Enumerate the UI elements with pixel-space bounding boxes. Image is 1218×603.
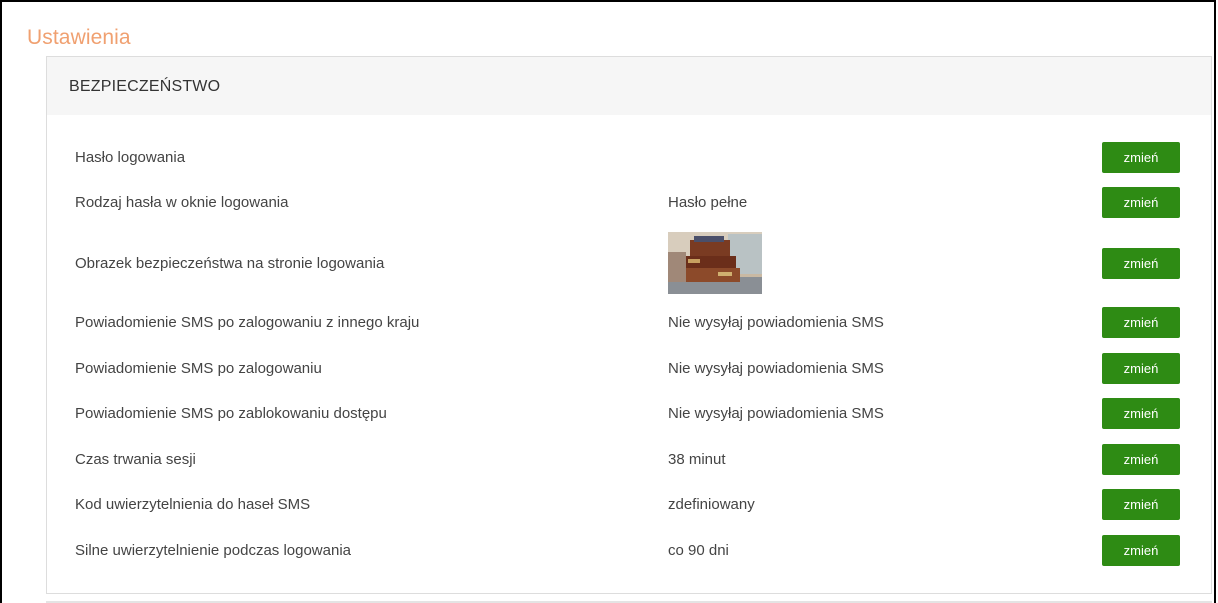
setting-row-security-image: Obrazek bezpieczeństwa na stronie logowa… — [47, 232, 1211, 294]
change-button[interactable]: zmień — [1102, 307, 1180, 338]
panel-heading: BEZPIECZEŃSTWO — [47, 57, 1211, 115]
page-title: Ustawienia — [27, 26, 131, 49]
setting-label: Powiadomienie SMS po zalogowaniu — [75, 360, 322, 377]
setting-label: Powiadomienie SMS po zablokowaniu dostęp… — [75, 405, 387, 422]
setting-row-password-type: Rodzaj hasła w oknie logowania Hasło peł… — [47, 187, 1211, 219]
change-button[interactable]: zmień — [1102, 489, 1180, 520]
setting-row-strong-auth: Silne uwierzytelnienie podczas logowania… — [47, 535, 1211, 567]
setting-label: Obrazek bezpieczeństwa na stronie logowa… — [75, 255, 385, 272]
setting-row-login-password: Hasło logowania zmień — [47, 142, 1211, 174]
security-image-thumbnail — [668, 232, 762, 294]
setting-value: 38 minut — [668, 451, 726, 468]
setting-label: Kod uwierzytelnienia do haseł SMS — [75, 496, 311, 513]
security-panel: BEZPIECZEŃSTWO Hasło logowania zmień Rod… — [46, 56, 1212, 594]
setting-value: Nie wysyłaj powiadomienia SMS — [668, 360, 884, 377]
setting-row-session-time: Czas trwania sesji 38 minut zmień — [47, 444, 1211, 476]
setting-row-sms-auth-code: Kod uwierzytelnienia do haseł SMS zdefin… — [47, 489, 1211, 521]
panel-heading-title: BEZPIECZEŃSTWO — [69, 78, 221, 95]
change-button[interactable]: zmień — [1102, 353, 1180, 384]
setting-label: Czas trwania sesji — [75, 451, 196, 468]
change-button[interactable]: zmień — [1102, 142, 1180, 173]
change-button[interactable]: zmień — [1102, 248, 1180, 279]
setting-value: Nie wysyłaj powiadomienia SMS — [668, 314, 884, 331]
setting-value: zdefiniowany — [668, 496, 755, 513]
suitcases-image — [668, 232, 762, 294]
setting-label: Rodzaj hasła w oknie logowania — [75, 194, 289, 211]
change-button[interactable]: zmień — [1102, 398, 1180, 429]
setting-label: Powiadomienie SMS po zalogowaniu z inneg… — [75, 314, 420, 331]
setting-value: co 90 dni — [668, 542, 729, 559]
setting-value: Nie wysyłaj powiadomienia SMS — [668, 405, 884, 422]
change-button[interactable]: zmień — [1102, 187, 1180, 218]
setting-row-sms-foreign-login: Powiadomienie SMS po zalogowaniu z inneg… — [47, 307, 1211, 339]
setting-row-sms-blocked: Powiadomienie SMS po zablokowaniu dostęp… — [47, 398, 1211, 430]
change-button[interactable]: zmień — [1102, 444, 1180, 475]
change-button[interactable]: zmień — [1102, 535, 1180, 566]
setting-label: Hasło logowania — [75, 149, 186, 166]
setting-row-sms-login: Powiadomienie SMS po zalogowaniu Nie wys… — [47, 353, 1211, 385]
setting-value: Hasło pełne — [668, 194, 748, 211]
setting-label: Silne uwierzytelnienie podczas logowania — [75, 542, 351, 559]
